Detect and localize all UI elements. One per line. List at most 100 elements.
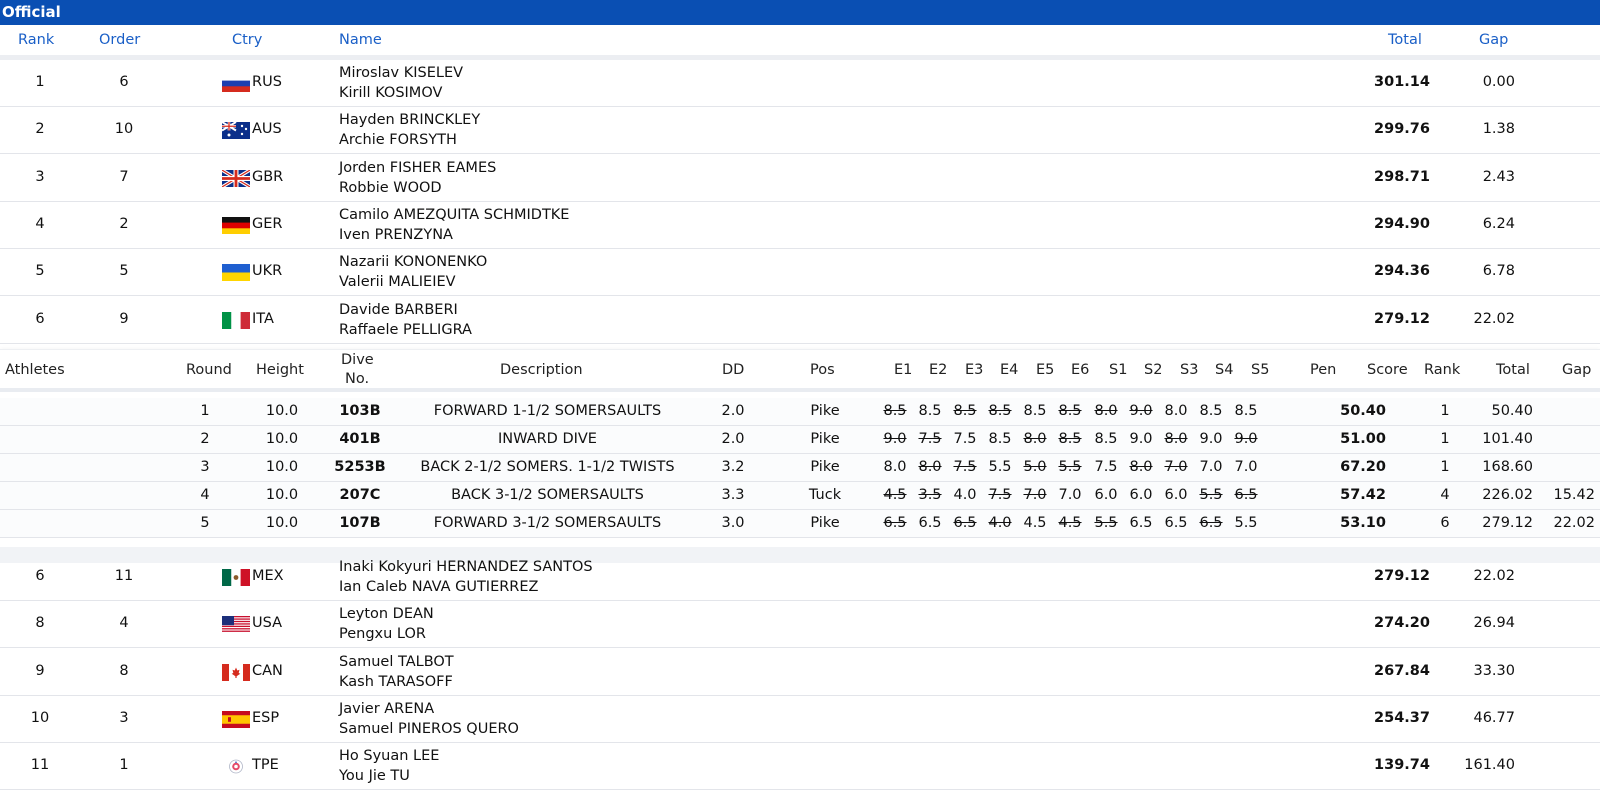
athlete-name[interactable]: Camilo AMEZQUITA SCHMIDTKE: [339, 207, 569, 223]
flag-mex-icon: [222, 569, 250, 586]
result-row[interactable]: 1 6 RUS Miroslav KISELEV Kirill KOSIMOV 301.1…: [0, 59, 1600, 107]
dive-row: 3 10.0 5253B BACK 2-1/2 SOMERS. 1-1/2 TWIST…: [0, 454, 1600, 482]
col-total[interactable]: Total: [1388, 32, 1422, 48]
height-cell: 10.0: [265, 515, 299, 531]
judge-mark: 8.5: [988, 403, 1012, 419]
judge-mark: 8.0: [1164, 403, 1188, 419]
judge-mark: 6.5: [1129, 515, 1153, 531]
dive-row: 2 10.0 401B INWARD DIVE 2.0 Pike 9.0 7.5 7.5 8.5 8…: [0, 426, 1600, 454]
col-name[interactable]: Name: [339, 32, 382, 48]
judge-mark: 3.5: [918, 487, 942, 503]
rank-cell: 6: [35, 568, 45, 584]
dcol-total: Total: [1496, 362, 1530, 378]
judge-mark: 8.5: [1058, 431, 1082, 447]
athlete-name[interactable]: Inaki Kokyuri HERNANDEZ SANTOS: [339, 559, 593, 575]
dive-details-panel: Athletes Round Height Dive No. Descripti…: [0, 349, 1600, 547]
athlete-name[interactable]: Jorden FISHER EAMES: [339, 160, 496, 176]
order-cell: 10: [114, 121, 134, 138]
country-code: ESP: [252, 709, 280, 726]
rank-cell: 9: [35, 662, 45, 679]
height-cell: 10.0: [265, 459, 299, 475]
result-row[interactable]: 10 3 ESP Javier ARENA Samuel PINEROS QUERO 25…: [0, 695, 1600, 743]
judge-mark: 6.5: [1234, 487, 1258, 503]
judge-mark: 5.0: [1023, 459, 1047, 475]
athlete-name[interactable]: Miroslav KISELEV: [339, 65, 463, 81]
pos-cell: Pike: [810, 431, 840, 447]
result-row[interactable]: 5 5 UKR Nazarii KONONENKO Valerii MALIEIEV 29…: [0, 248, 1600, 297]
athlete-name[interactable]: Archie FORSYTH: [339, 132, 457, 148]
athlete-name[interactable]: Raffaele PELLIGRA: [339, 322, 472, 338]
gap-cell: 6.78: [1482, 263, 1515, 280]
total-cell: 279.12: [1482, 515, 1533, 531]
total-cell: 267.84: [1374, 662, 1430, 679]
col-ctry[interactable]: Ctry: [232, 32, 262, 48]
total-cell: 139.74: [1374, 757, 1430, 774]
col-gap[interactable]: Gap: [1479, 32, 1508, 48]
judge-mark: 8.5: [918, 403, 942, 419]
judge-mark: 4.5: [1023, 515, 1047, 531]
pos-cell: Pike: [810, 515, 840, 531]
result-row[interactable]: 6 11 MEX Inaki Kokyuri HERNANDEZ SANTOS Ian …: [0, 553, 1600, 601]
col-order[interactable]: Order: [99, 32, 140, 48]
dcol-e2: E2: [929, 362, 948, 378]
athlete-name[interactable]: Robbie WOOD: [339, 180, 442, 196]
judge-mark: 9.0: [1129, 403, 1153, 419]
dcol-s5: S5: [1251, 362, 1270, 378]
athlete-name[interactable]: Samuel TALBOT: [339, 654, 454, 670]
judge-mark: 6.0: [1129, 487, 1153, 503]
result-row[interactable]: 11 1 TPE Ho Syuan LEE You Jie TU 139.74 161.40: [0, 742, 1600, 791]
total-cell: 226.02: [1482, 487, 1533, 503]
result-row[interactable]: 6 9 ITA Davide BARBERI Raffaele PELLIGRA 279.…: [0, 296, 1600, 344]
total-cell: 279.12: [1374, 568, 1430, 584]
col-rank[interactable]: Rank: [18, 32, 54, 48]
athlete-name[interactable]: Samuel PINEROS QUERO: [339, 721, 519, 737]
judge-mark: 5.5: [1234, 515, 1258, 531]
order-cell: 9: [119, 310, 129, 327]
result-row[interactable]: 9 8 CAN Samuel TALBOT Kash TARASOFF 267.84 33.…: [0, 648, 1600, 696]
judge-mark: 7.0: [1058, 487, 1082, 503]
dcol-pen: Pen: [1310, 362, 1337, 378]
gap-cell: 0.00: [1482, 74, 1515, 90]
dcol-dive-no-1: Dive: [341, 352, 374, 368]
dcol-round: Round: [186, 362, 232, 378]
score-cell: 50.40: [1340, 403, 1386, 419]
description-cell: BACK 2-1/2 SOMERS. 1-1/2 TWISTS: [420, 459, 675, 475]
judge-mark: 9.0: [1129, 431, 1153, 447]
athlete-name[interactable]: Javier ARENA: [339, 701, 434, 717]
order-cell: 3: [119, 709, 129, 726]
judge-mark: 7.5: [988, 487, 1012, 503]
athlete-name[interactable]: Pengxu LOR: [339, 626, 426, 642]
gap-cell: 6.24: [1482, 215, 1515, 232]
dcol-s3: S3: [1180, 362, 1199, 378]
result-row[interactable]: 4 2 GER Camilo AMEZQUITA SCHMIDTKE Iven PREN…: [0, 201, 1600, 249]
rank-cell: 8: [35, 615, 45, 632]
athlete-name[interactable]: Iven PRENZYNA: [339, 227, 453, 243]
dcol-e6: E6: [1071, 362, 1090, 378]
dcol-e1: E1: [894, 362, 913, 378]
country-code: RUS: [252, 74, 282, 90]
result-row[interactable]: 8 4 USA Leyton DEAN Pengxu LOR 274.20 26.94: [0, 600, 1600, 649]
athlete-name[interactable]: You Jie TU: [339, 768, 410, 784]
athlete-name[interactable]: Kash TARASOFF: [339, 674, 453, 690]
athlete-name[interactable]: Ho Syuan LEE: [339, 748, 439, 764]
pos-cell: Pike: [810, 459, 840, 475]
athlete-name[interactable]: Leyton DEAN: [339, 606, 434, 622]
pos-cell: Pike: [810, 403, 840, 419]
details-header: Athletes Round Height Dive No. Descripti…: [0, 350, 1600, 392]
dcol-e5: E5: [1036, 362, 1055, 378]
athlete-name[interactable]: Hayden BRINCKLEY: [339, 112, 480, 128]
country-code: GBR: [252, 168, 284, 185]
judge-mark: 8.0: [1094, 403, 1118, 419]
athlete-name[interactable]: Kirill KOSIMOV: [339, 85, 442, 101]
result-row[interactable]: 3 7 GBR Jorden FISHER EAMES Robbie WOOD 298.7…: [0, 154, 1600, 202]
judge-mark: 4.5: [883, 487, 907, 503]
rank-cell: 6: [35, 310, 45, 327]
athlete-name[interactable]: Davide BARBERI: [339, 302, 458, 318]
result-row[interactable]: 2 10 AUS Hayden BRINCKLEY Archie FORSYTH 299.…: [0, 106, 1600, 155]
athlete-name[interactable]: Valerii MALIEIEV: [339, 274, 456, 290]
athlete-name[interactable]: Ian Caleb NAVA GUTIERREZ: [339, 579, 538, 595]
athlete-name[interactable]: Nazarii KONONENKO: [339, 254, 487, 270]
round-cell: 4: [200, 487, 210, 503]
rank-cell: 10: [30, 709, 50, 726]
judge-mark: 7.5: [953, 431, 977, 447]
